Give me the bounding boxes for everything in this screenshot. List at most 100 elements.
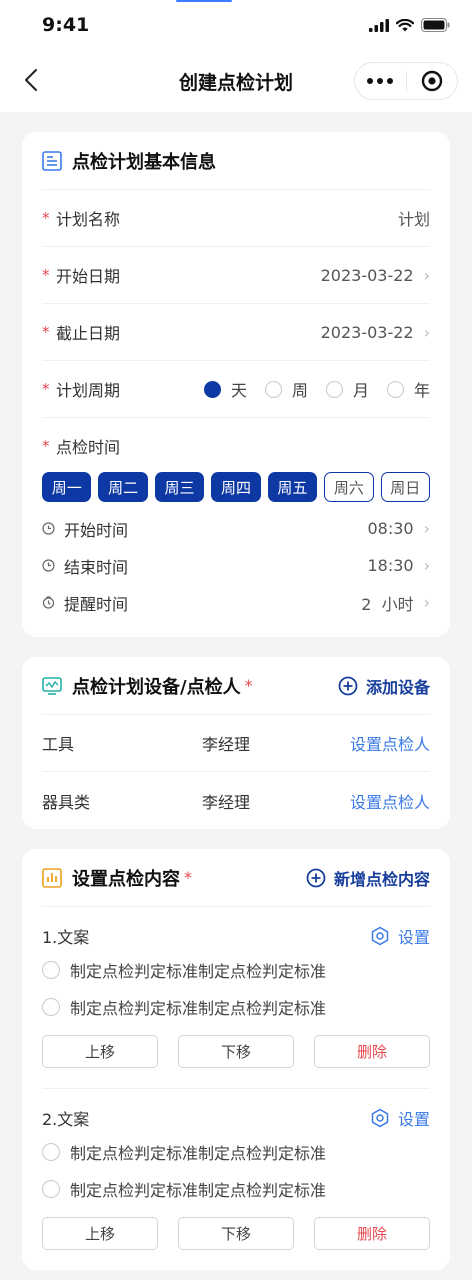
- chevron-right-icon: ›: [423, 593, 430, 612]
- required-mark: *: [42, 323, 50, 341]
- set-inspector-link[interactable]: 设置点检人: [350, 731, 430, 755]
- basic-info-header: 点检计划基本信息: [42, 132, 430, 190]
- content-option[interactable]: 制定点检判定标准制定点检判定标准: [42, 1170, 430, 1207]
- inspection-time-label-row: * 点检时间: [42, 430, 430, 462]
- battery-icon: [421, 18, 450, 32]
- device-inspector: 李经理: [202, 735, 251, 754]
- close-program-button[interactable]: [407, 63, 458, 99]
- move-up-button[interactable]: 上移: [42, 1217, 158, 1250]
- add-content-button[interactable]: 新增点检内容: [306, 866, 430, 890]
- device-name: 工具: [42, 735, 75, 754]
- remind-time-value: 2 小时 ›: [361, 591, 430, 615]
- back-button[interactable]: [14, 62, 48, 98]
- content-option-text: 制定点检判定标准制定点检判定标准: [70, 1143, 327, 1163]
- start-time-value: 08:30 ›: [367, 519, 430, 538]
- content-card: 设置点检内容 * 新增点检内容 1.文案 设置 制定点检判定标准制定点检判定标准…: [22, 849, 450, 1270]
- clock-icon: [42, 559, 64, 572]
- end-time-label: 结束时间: [64, 557, 129, 577]
- cycle-option-day[interactable]: 天: [203, 377, 247, 401]
- nav-bar: 创建点检计划: [0, 50, 472, 112]
- section-settings-label: 设置: [397, 1110, 430, 1129]
- cycle-row: * 计划周期 天 周 月 年: [42, 361, 430, 418]
- day-sun[interactable]: 周日: [380, 472, 430, 502]
- signal-icon: [369, 18, 389, 32]
- cycle-option-week[interactable]: 周: [264, 377, 308, 401]
- content-option-text: 制定点检判定标准制定点检判定标准: [70, 1180, 327, 1200]
- radio-empty-icon: [42, 960, 60, 979]
- cycle-label: 计划周期: [56, 381, 121, 400]
- end-date-row[interactable]: * 截止日期 2023-03-22 ›: [42, 304, 430, 361]
- move-up-button[interactable]: 上移: [42, 1035, 158, 1068]
- content-section-head: 1.文案 设置: [42, 921, 430, 951]
- set-inspector-link[interactable]: 设置点检人: [350, 789, 430, 813]
- end-date-value[interactable]: 2023-03-22 ›: [321, 323, 430, 342]
- add-device-button[interactable]: 添加设备: [338, 674, 430, 698]
- chevron-right-icon: ›: [423, 322, 430, 342]
- status-time: 9:41: [42, 14, 90, 36]
- day-thu[interactable]: 周四: [211, 472, 261, 502]
- add-content-label: 新增点检内容: [333, 869, 430, 889]
- cycle-option-label: 周: [291, 381, 308, 400]
- delete-button[interactable]: 删除: [314, 1035, 430, 1068]
- content-option-text: 制定点检判定标准制定点检判定标准: [70, 998, 327, 1018]
- plus-circle-icon: [338, 676, 358, 695]
- move-down-button[interactable]: 下移: [178, 1035, 294, 1068]
- remind-time-row[interactable]: 提醒时间 2 小时 ›: [42, 584, 430, 621]
- content-title: 设置点检内容: [72, 868, 180, 890]
- status-bar: 9:41: [0, 0, 472, 50]
- day-sat[interactable]: 周六: [324, 472, 374, 502]
- cycle-option-year[interactable]: 年: [386, 377, 430, 401]
- start-time-row[interactable]: 开始时间 08:30 ›: [42, 510, 430, 547]
- section-settings-button[interactable]: 设置: [370, 924, 430, 948]
- cycle-option-label: 年: [413, 381, 430, 400]
- radio-empty-icon: [42, 997, 60, 1016]
- chevron-right-icon: ›: [423, 556, 430, 575]
- section-settings-button[interactable]: 设置: [370, 1106, 430, 1130]
- start-date-row[interactable]: * 开始日期 2023-03-22 ›: [42, 247, 430, 304]
- required-mark: *: [184, 868, 192, 887]
- remind-time-text: 2 小时: [361, 594, 414, 614]
- monitor-icon: [42, 676, 62, 695]
- content-section: 2.文案 设置 制定点检判定标准制定点检判定标准 制定点检判定标准制定点检判定标…: [42, 1089, 430, 1270]
- content-option[interactable]: 制定点检判定标准制定点检判定标准: [42, 988, 430, 1025]
- end-time-value: 18:30 ›: [367, 556, 430, 575]
- plan-name-row[interactable]: * 计划名称 计划: [42, 190, 430, 247]
- page-title: 创建点检计划: [178, 71, 293, 94]
- content-section-head: 2.文案 设置: [42, 1103, 430, 1133]
- document-icon: [42, 150, 62, 171]
- device-row: 工具 李经理 设置点检人: [42, 715, 430, 772]
- status-icons: [369, 18, 450, 32]
- cycle-option-month[interactable]: 月: [325, 377, 369, 401]
- required-mark: *: [42, 437, 50, 455]
- day-wed[interactable]: 周三: [154, 472, 205, 502]
- start-date-label: 开始日期: [56, 267, 121, 286]
- start-date-value[interactable]: 2023-03-22 ›: [321, 266, 430, 285]
- clock-icon: [42, 522, 64, 535]
- required-mark: *: [42, 209, 50, 227]
- cycle-radio-group: 天 周 月 年: [203, 377, 430, 401]
- page-content: 点检计划基本信息 * 计划名称 计划 * 开始日期 2023-03-22 › *…: [0, 112, 472, 1270]
- content-option-text: 制定点检判定标准制定点检判定标准: [70, 961, 327, 981]
- more-dots-icon: [367, 78, 394, 84]
- end-time-text: 18:30: [367, 556, 414, 575]
- more-button[interactable]: [355, 63, 406, 99]
- delete-button[interactable]: 删除: [314, 1217, 430, 1250]
- end-time-row[interactable]: 结束时间 18:30 ›: [42, 547, 430, 584]
- inspection-time-label: 点检时间: [56, 438, 121, 457]
- content-option[interactable]: 制定点检判定标准制定点检判定标准: [42, 1133, 430, 1170]
- settings-hex-icon: [371, 1108, 389, 1128]
- mini-program-capsule: [354, 62, 458, 100]
- move-down-button[interactable]: 下移: [178, 1217, 294, 1250]
- start-time-label: 开始时间: [64, 520, 129, 540]
- content-option[interactable]: 制定点检判定标准制定点检判定标准: [42, 951, 430, 988]
- basic-info-title: 点检计划基本信息: [72, 151, 216, 173]
- weekday-selector: 周一 周二 周三 周四 周五 周六 周日: [42, 472, 430, 502]
- required-mark: *: [244, 676, 253, 695]
- back-arrow-icon: [25, 69, 37, 91]
- plan-name-value[interactable]: 计划: [398, 206, 430, 230]
- chart-icon: [42, 867, 62, 888]
- day-mon[interactable]: 周一: [42, 472, 92, 502]
- required-mark: *: [42, 266, 50, 284]
- day-fri[interactable]: 周五: [267, 472, 318, 502]
- day-tue[interactable]: 周二: [98, 472, 148, 502]
